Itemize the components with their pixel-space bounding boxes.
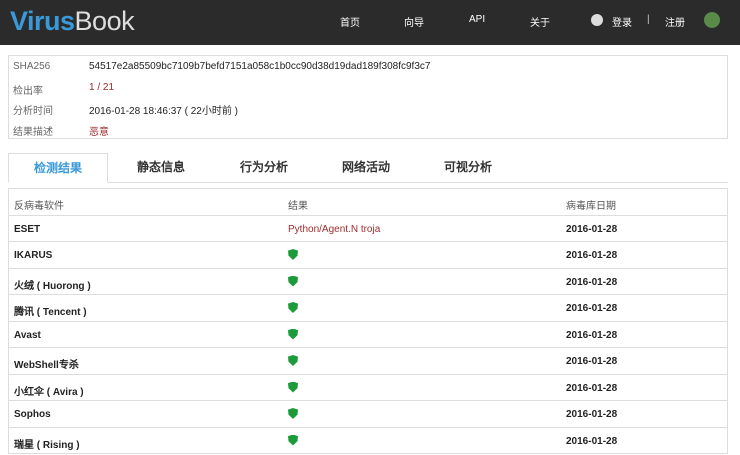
shield-check-icon xyxy=(288,328,298,340)
shield-check-icon xyxy=(288,249,298,260)
table-row: WebShell专杀 2016-01-28 xyxy=(9,348,727,375)
table-row: ESET Python/Agent.N troja 2016-01-28 xyxy=(9,216,727,242)
db-date: 2016-01-28 xyxy=(566,435,618,447)
shield-check-icon xyxy=(288,434,298,446)
av-name: IKARUS xyxy=(14,250,53,261)
table-row: Sophos 2016-01-28 xyxy=(9,401,727,428)
av-name: Sophos xyxy=(14,409,51,420)
login-link[interactable]: 登录 xyxy=(612,14,632,29)
logo[interactable]: VirusBook xyxy=(10,6,135,37)
nav-api[interactable]: API xyxy=(469,14,485,25)
av-name: 火绒 ( Huorong ) xyxy=(14,280,91,292)
shield-check-icon xyxy=(288,302,298,313)
db-date: 2016-01-28 xyxy=(566,409,618,420)
tab-bar: 检测结果 静态信息 行为分析 网络活动 可视分析 xyxy=(8,153,728,183)
table-row: 小红伞 ( Avira ) 2016-01-28 xyxy=(9,375,727,401)
av-name: Avast xyxy=(14,329,41,341)
tab-visual[interactable]: 可视分析 xyxy=(418,153,518,183)
result-text: Python/Agent.N troja xyxy=(288,223,381,235)
user-icon xyxy=(591,14,603,26)
db-date: 2016-01-28 xyxy=(566,303,618,314)
table-row: 瑞星 ( Rising ) 2016-01-28 xyxy=(9,428,727,454)
file-info-panel: SHA256 54517e2a85509bc7109b7befd7151a058c… xyxy=(8,55,728,139)
db-date: 2016-01-28 xyxy=(566,382,618,394)
detection-table: 反病毒软件 结果 病毒库日期 ESET Python/Agent.N troja 2… xyxy=(8,188,728,454)
register-link[interactable]: 注册 xyxy=(665,14,685,29)
av-name: WebShell专杀 xyxy=(14,360,79,371)
table-header: 反病毒软件 结果 病毒库日期 xyxy=(9,189,727,216)
shield-check-icon xyxy=(288,355,298,366)
nav-about[interactable]: 关于 xyxy=(530,14,550,29)
db-date: 2016-01-28 xyxy=(566,356,618,367)
av-name: 瑞星 ( Rising ) xyxy=(14,439,80,451)
avatar[interactable] xyxy=(704,12,720,28)
nav-home[interactable]: 首页 xyxy=(340,14,360,29)
table-row: 火绒 ( Huorong ) 2016-01-28 xyxy=(9,269,727,295)
av-name: 小红伞 ( Avira ) xyxy=(14,386,84,398)
table-row: 腾讯 ( Tencent ) 2016-01-28 xyxy=(9,295,727,322)
top-bar: VirusBook 首页 向导 API 关于 登录 | 注册 xyxy=(0,0,740,45)
shield-check-icon xyxy=(288,408,298,419)
shield-check-icon xyxy=(288,275,298,287)
av-name: ESET xyxy=(14,223,41,235)
table-row: IKARUS 2016-01-28 xyxy=(9,242,727,269)
db-date: 2016-01-28 xyxy=(566,329,618,341)
tab-behavior[interactable]: 行为分析 xyxy=(214,153,314,183)
db-date: 2016-01-28 xyxy=(566,223,618,235)
nav-guide[interactable]: 向导 xyxy=(404,14,424,29)
tab-detection[interactable]: 检测结果 xyxy=(8,153,108,183)
shield-check-icon xyxy=(288,381,298,393)
separator: | xyxy=(647,14,650,25)
db-date: 2016-01-28 xyxy=(566,276,618,288)
tab-static[interactable]: 静态信息 xyxy=(111,153,211,183)
tab-network[interactable]: 网络活动 xyxy=(316,153,416,183)
db-date: 2016-01-28 xyxy=(566,250,618,261)
table-row: Avast 2016-01-28 xyxy=(9,322,727,348)
av-name: 腾讯 ( Tencent ) xyxy=(14,307,87,318)
